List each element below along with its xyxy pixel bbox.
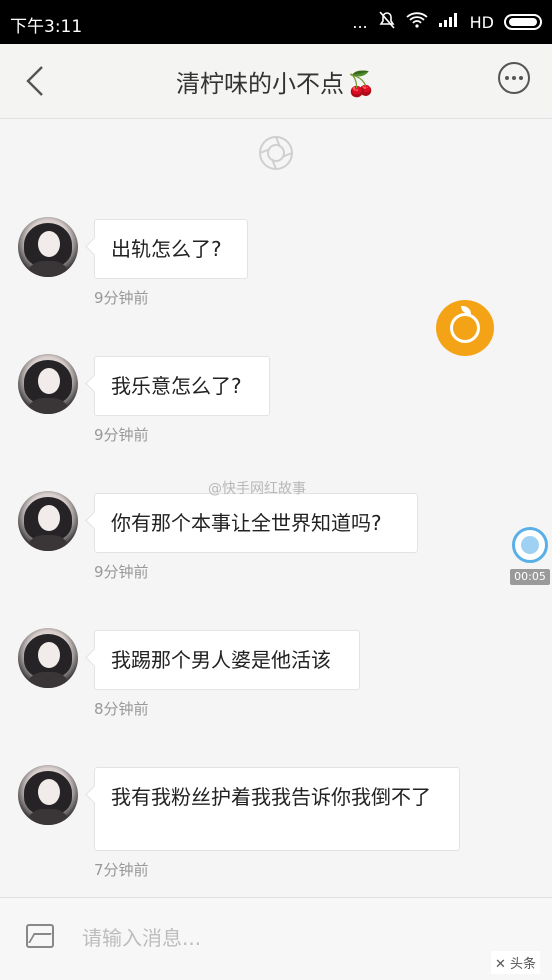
message-bubble[interactable]: 出轨怎么了? xyxy=(94,219,248,279)
dot xyxy=(519,76,523,80)
corner-logo: ✕ 头条 xyxy=(490,951,540,974)
message-time: 9分钟前 xyxy=(94,563,149,581)
battery-icon xyxy=(504,14,542,30)
wifi-icon xyxy=(406,12,428,32)
signal-icon xyxy=(438,12,460,32)
message-input[interactable] xyxy=(80,920,464,956)
status-bar: 下午3:11 ... HD xyxy=(0,0,552,44)
avatar[interactable] xyxy=(18,354,78,414)
watermark: @快手网红故事 xyxy=(208,481,306,497)
cherry-emoji: 🍒 xyxy=(346,70,376,98)
network-type: HD xyxy=(469,12,494,32)
record-time: 00:05 xyxy=(510,569,550,585)
chat-header: 清柠味的小不点🍒 xyxy=(0,44,552,119)
message-bubble[interactable]: 你有那个本事让全世界知道吗? xyxy=(94,493,418,553)
screen-record-widget[interactable]: 00:05 xyxy=(508,527,552,587)
input-bar: ✕ 头条 xyxy=(0,897,552,980)
record-icon xyxy=(512,527,548,563)
status-icons: ... HD xyxy=(352,10,542,34)
dot xyxy=(505,76,509,80)
message-bubble[interactable]: 我乐意怎么了? xyxy=(94,356,270,416)
message-bubble[interactable]: 我有我粉丝护着我我告诉你我倒不了 xyxy=(94,767,460,851)
avatar[interactable] xyxy=(18,217,78,277)
more-dots-icon: ... xyxy=(352,12,368,32)
message-time: 8分钟前 xyxy=(94,700,149,718)
message-time: 9分钟前 xyxy=(94,289,149,307)
status-time: 下午3:11 xyxy=(10,17,83,37)
mute-bell-icon xyxy=(378,10,396,34)
message-time: 7分钟前 xyxy=(94,861,149,879)
orange-icon xyxy=(450,306,480,343)
avatar[interactable] xyxy=(18,628,78,688)
message-time: 9分钟前 xyxy=(94,426,149,444)
chat-area[interactable]: 出轨怎么了? 9分钟前 我乐意怎么了? 9分钟前 你有那个本事让全世界知道吗? … xyxy=(0,119,552,897)
orange-floating-button[interactable] xyxy=(436,300,494,356)
avatar[interactable] xyxy=(18,765,78,825)
more-options-button[interactable] xyxy=(498,62,530,94)
chat-title: 清柠味的小不点🍒 xyxy=(0,64,552,99)
chat-title-text: 清柠味的小不点 xyxy=(176,70,345,98)
message-bubble[interactable]: 我踢那个男人婆是他活该 xyxy=(94,630,360,690)
shutter-icon xyxy=(258,135,294,171)
dot xyxy=(512,76,516,80)
avatar[interactable] xyxy=(18,491,78,551)
image-icon[interactable] xyxy=(26,924,54,948)
